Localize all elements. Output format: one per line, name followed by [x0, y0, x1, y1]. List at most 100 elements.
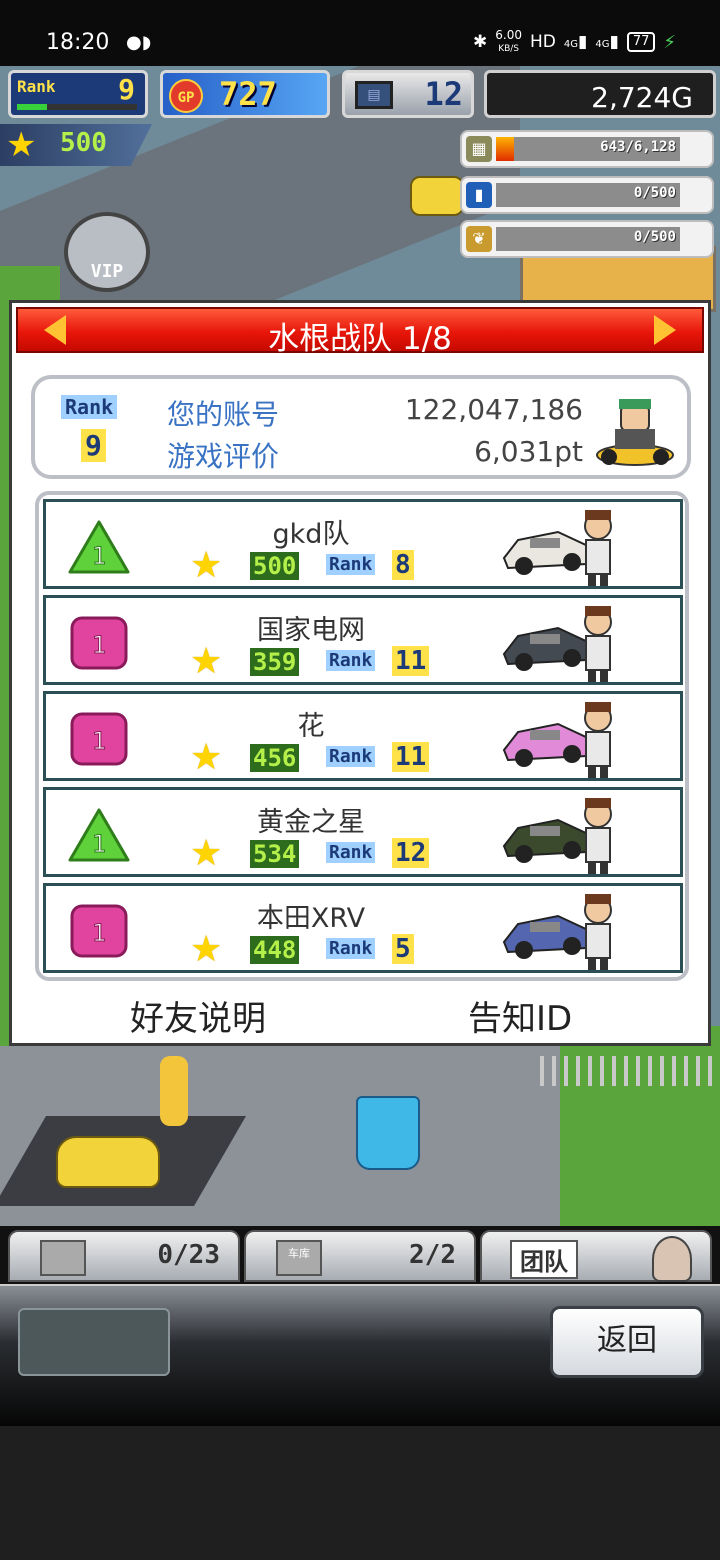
garage-icon: 车库 [276, 1240, 322, 1276]
trash-can [356, 1096, 420, 1170]
bottle-icon: ▮ [466, 182, 492, 208]
friend-rank-value: 11 [392, 646, 430, 676]
net-speed: 6.00 KB/S [495, 29, 522, 55]
tab-garage[interactable]: 车库 2/2 [244, 1230, 476, 1282]
friend-help-button[interactable]: 好友说明 [130, 991, 266, 1040]
my-rank-label: Rank [61, 395, 118, 419]
dialog-footer: 好友说明 告知ID [12, 991, 708, 1047]
money-value: 2,724G [591, 81, 693, 114]
friend-list[interactable]: 1 gkd队 ★ 500 Rank 8 1 国家电网 ★ 359 Rank 11 1 花 ★ 456 Rank 1… [35, 491, 689, 981]
star-icon: ★ [6, 125, 37, 165]
yellow-car[interactable] [56, 1136, 160, 1188]
signal-icon-1: 4G▮ [563, 32, 588, 52]
rank-label: Rank [17, 77, 56, 96]
svg-text:1: 1 [92, 919, 106, 947]
friend-driver-icon [584, 798, 612, 874]
top-hud: Rank 9 GP 727 ▤ 12 2,724G [0, 66, 720, 122]
svg-text:1: 1 [92, 727, 106, 755]
friend-rank-value: 12 [392, 838, 430, 868]
gp-display[interactable]: GP 727 [160, 70, 330, 118]
resource-fill [496, 137, 515, 161]
friend-row[interactable]: 1 gkd队 ★ 500 Rank 8 [43, 499, 683, 589]
tab-team[interactable]: 团队 [480, 1230, 712, 1282]
go-kart-avatar-icon [596, 399, 674, 466]
charging-icon: ⚡ [663, 31, 676, 53]
star-icon: ★ [190, 929, 223, 970]
my-rank-value: 9 [81, 429, 106, 462]
friend-driver-icon [584, 894, 612, 970]
gp-coin-icon: GP [169, 79, 203, 113]
advisor-avatar-icon [652, 1236, 692, 1282]
svg-text:1: 1 [92, 830, 106, 858]
notify-id-button[interactable]: 告知ID [468, 991, 572, 1040]
level-badge-icon: 1 [70, 712, 128, 766]
star-icon: ★ [190, 737, 223, 778]
star-value: 500 [60, 128, 107, 158]
friend-driver-icon [584, 510, 612, 586]
coins-icon: ▦ [466, 136, 492, 162]
tab-inventory-count: 0/23 [157, 1240, 220, 1270]
friend-stars: 500 [250, 552, 300, 580]
tab-garage-count: 2/2 [409, 1240, 456, 1270]
friend-row[interactable]: 1 本田XRV ★ 448 Rank 5 [43, 883, 683, 973]
friend-driver-icon [584, 702, 612, 778]
computer-display[interactable]: ▤ 12 [342, 70, 474, 118]
team-dialog: 水根战队 1/8 Rank 9 您的账号 122,047,186 游戏评价 6,… [9, 300, 711, 1046]
friend-rank-label: Rank [326, 554, 376, 575]
friend-name: 花 [297, 711, 325, 742]
computer-value: 12 [424, 75, 463, 113]
dialog-title: 水根战队 1/8 [268, 321, 452, 357]
battery-icon: 77 [626, 32, 656, 52]
signal-2-label: 4G [595, 39, 610, 50]
friend-name: 本田XRV [256, 903, 366, 934]
rank-display[interactable]: Rank 9 [8, 70, 148, 118]
status-bar: 18:20 ●◗ ✱ 6.00 KB/S HD 4G▮ 4G▮ 77 ⚡ [0, 0, 720, 66]
resource-bottles[interactable]: ▮ 0/500 [460, 176, 714, 214]
resource-wheat[interactable]: ❦ 0/500 [460, 220, 714, 258]
money-display[interactable]: 2,724G [484, 70, 716, 118]
wheat-icon: ❦ [466, 226, 492, 252]
system-nav-area [0, 1426, 720, 1560]
friend-rank-label: Rank [326, 650, 376, 671]
friend-name: gkd队 [272, 519, 350, 550]
signal-icon-2: 4G▮ [595, 32, 619, 52]
rating-label: 游戏评价 [167, 440, 280, 473]
vip-button[interactable]: VIP [64, 212, 150, 292]
level-badge-icon: 1 [70, 904, 128, 958]
box-icon [40, 1240, 86, 1276]
wechat-icon: ●◗ [126, 32, 152, 53]
net-speed-unit: KB/S [498, 44, 520, 54]
friend-rank-value: 8 [392, 550, 414, 580]
resource-value: 0/500 [633, 185, 676, 201]
computer-icon: ▤ [355, 81, 393, 109]
star-icon: ★ [190, 545, 223, 586]
account-value: 122,047,186 [404, 393, 583, 426]
tab-inventory[interactable]: 0/23 [8, 1230, 240, 1282]
clock: 18:20 [46, 30, 110, 55]
friend-rank-value: 5 [392, 934, 414, 964]
account-label: 您的账号 [167, 398, 280, 431]
back-button[interactable]: 返回 [550, 1306, 704, 1378]
level-up-badge-icon: 1 [68, 520, 130, 574]
tab-team-label: 团队 [510, 1240, 578, 1279]
mechanic-character[interactable] [160, 1056, 188, 1126]
level-up-badge-icon: 1 [68, 808, 130, 862]
signal-1-label: 4G [563, 39, 578, 50]
dialog-header: 水根战队 1/8 [16, 307, 704, 357]
next-page-arrow-icon[interactable] [654, 315, 676, 345]
rank-value: 9 [118, 73, 135, 106]
friend-row[interactable]: 1 国家电网 ★ 359 Rank 11 [43, 595, 683, 685]
resource-coins[interactable]: ▦ 643/6,128 [460, 130, 714, 168]
taxi-car [410, 176, 464, 216]
resource-value: 643/6,128 [600, 139, 676, 155]
empty-slot [18, 1308, 170, 1376]
friend-row[interactable]: 1 黄金之星 ★ 534 Rank 12 [43, 787, 683, 877]
hd-indicator: HD [529, 32, 556, 52]
friend-rank-label: Rank [326, 938, 376, 959]
friend-driver-icon [584, 606, 612, 682]
star-display[interactable]: ★ 500 [0, 124, 152, 166]
star-icon: ★ [190, 833, 223, 874]
friend-row[interactable]: 1 花 ★ 456 Rank 11 [43, 691, 683, 781]
garage-icon-label: 车库 [288, 1247, 310, 1260]
gp-value: 727 [219, 75, 277, 113]
